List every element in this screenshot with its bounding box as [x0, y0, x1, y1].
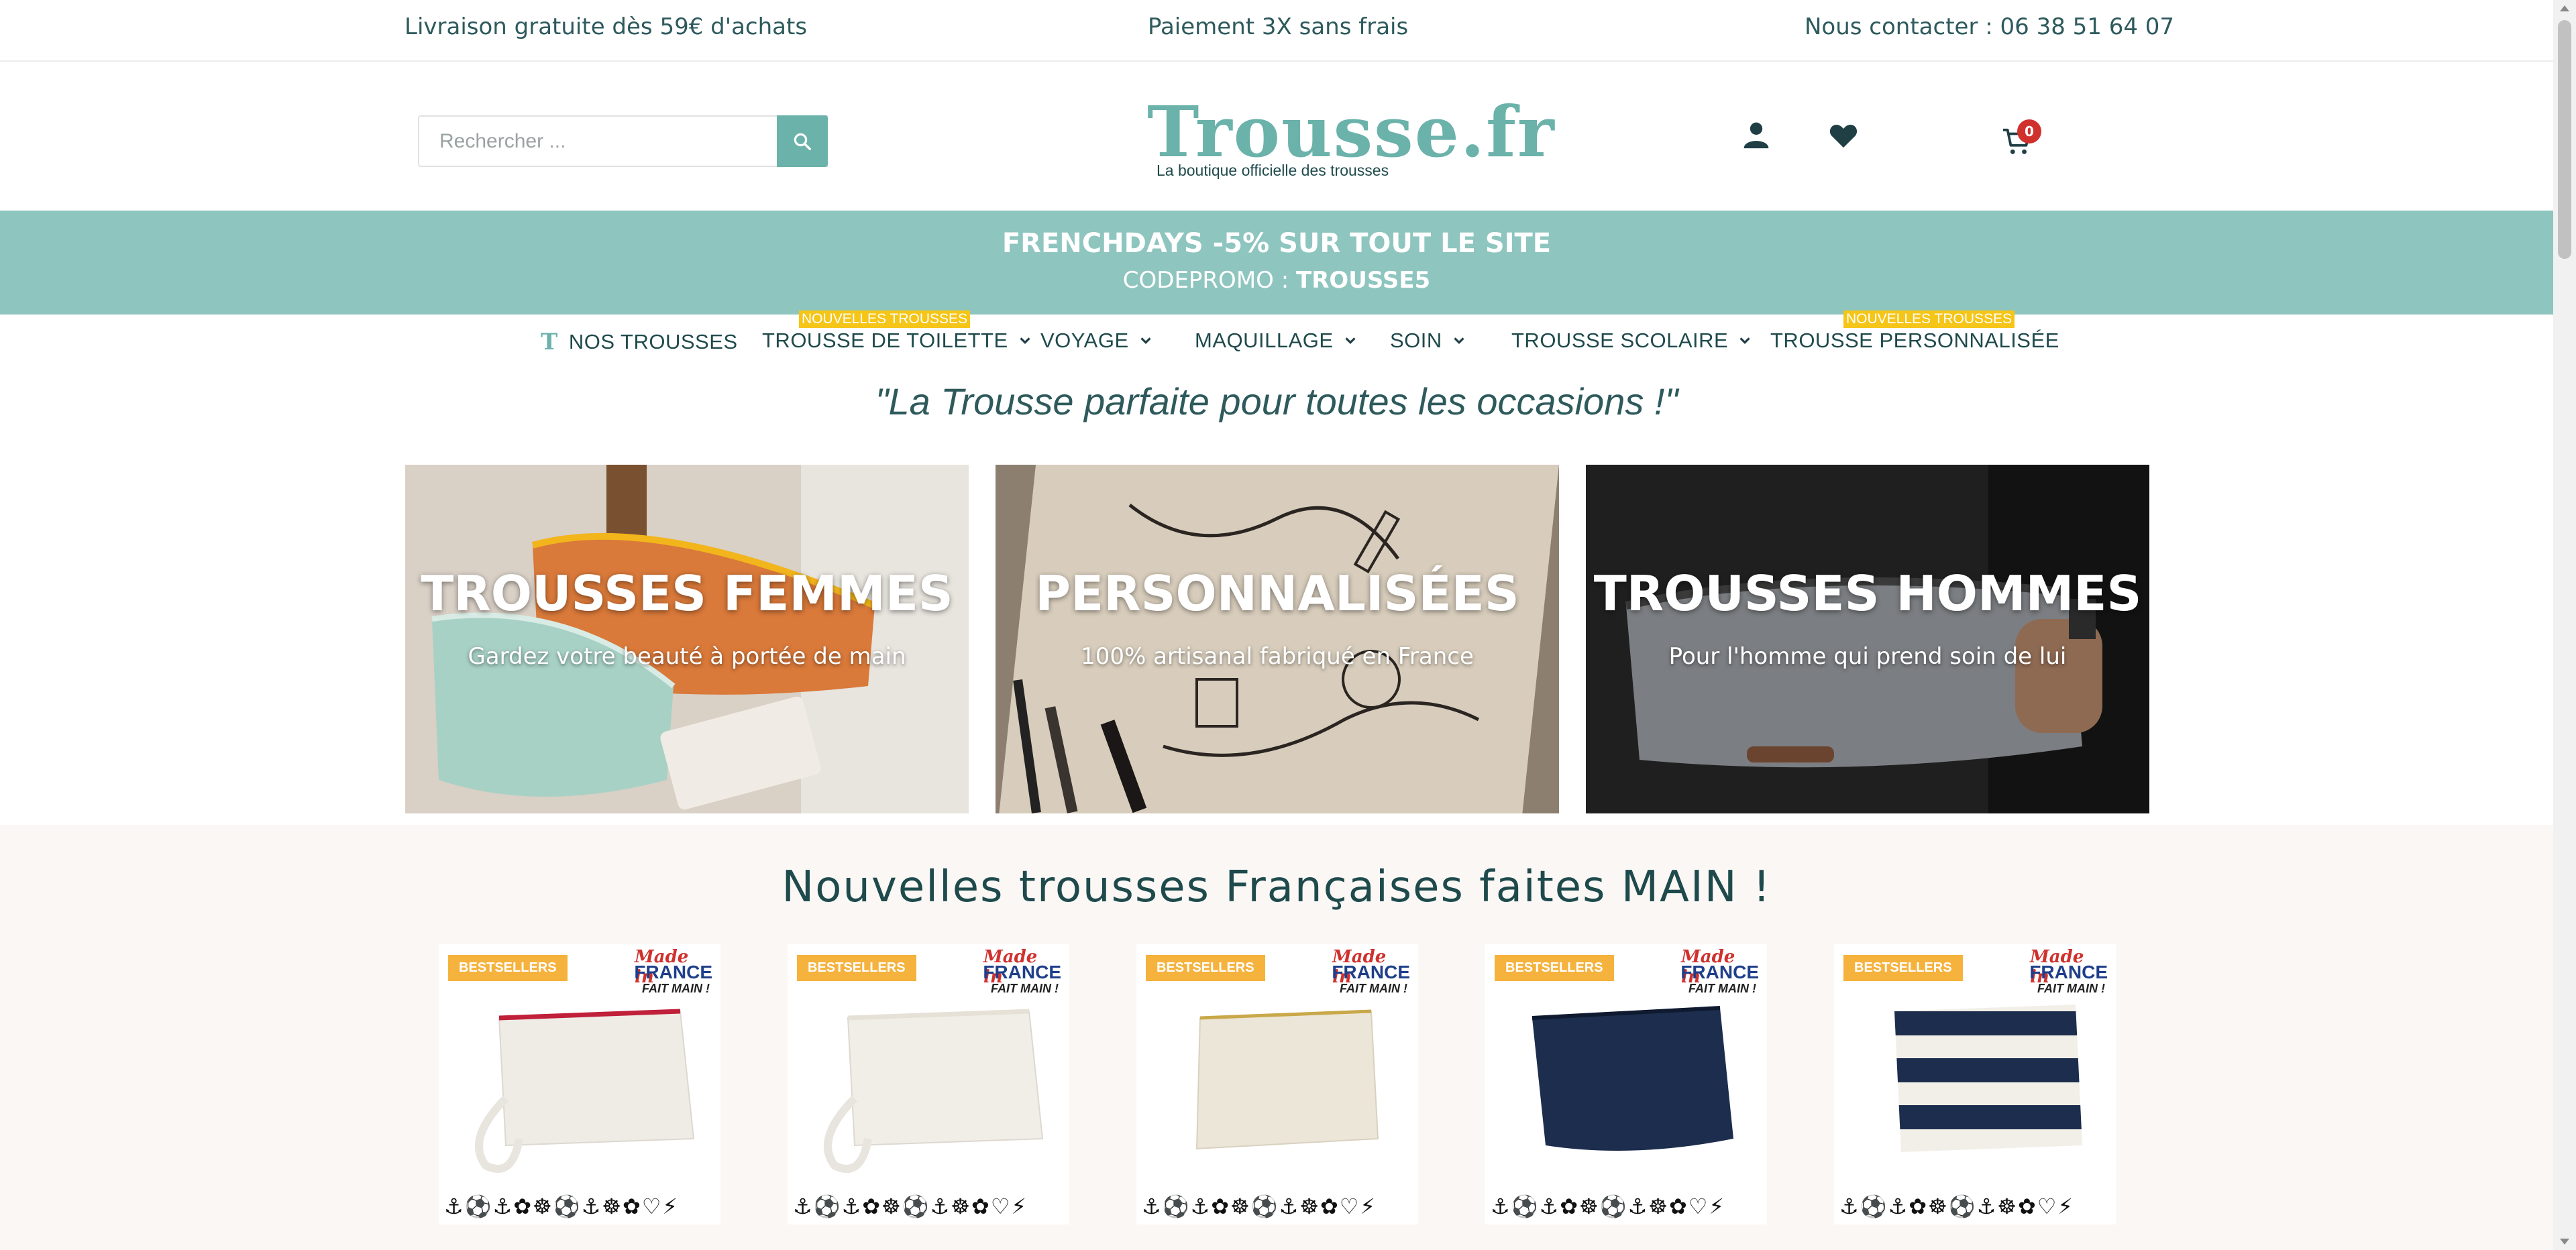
category-title: TROUSSES HOMMES: [1593, 565, 2142, 622]
nav-voyage[interactable]: VOYAGE: [1040, 329, 1153, 353]
category-title: PERSONNALISÉES: [1035, 565, 1519, 622]
site-tagline: "La Trousse parfaite pour toutes les occ…: [875, 380, 1678, 422]
site-logo[interactable]: Trousse.fr La boutique officielle des tr…: [1147, 97, 1554, 184]
cart-count-badge: 0: [2017, 119, 2041, 144]
nav-trousse-de-toilette[interactable]: TROUSSE DE TOILETTE: [762, 329, 1032, 353]
category-card-hommes[interactable]: TROUSSES HOMMES Pour l'homme qui prend s…: [1586, 465, 2149, 813]
wishlist-button[interactable]: [1829, 122, 1858, 152]
product-card[interactable]: BESTSELLERS Made in FRANCE FAIT MAIN ! ⚓…: [1834, 944, 2116, 1225]
category-card-femmes[interactable]: TROUSSES FEMMES Gardez votre beauté à po…: [405, 465, 969, 813]
nav-label: TROUSSE DE TOILETTE: [762, 329, 1008, 352]
scroll-down-arrow-icon[interactable]: [2560, 1239, 2569, 1245]
motif-icons-row: ⚓⚽⚓✿☸⚽⚓☸✿♡⚡: [793, 1194, 1028, 1219]
account-button[interactable]: [1741, 119, 1771, 153]
product-card[interactable]: BESTSELLERS Made in FRANCE FAIT MAIN ! ⚓…: [1485, 944, 1767, 1225]
user-icon: [1743, 122, 1769, 149]
chevron-down-icon: [1739, 337, 1750, 345]
search-input[interactable]: Rechercher ...: [418, 115, 828, 167]
pouch-illustration: [405, 465, 969, 813]
category-title: TROUSSES FEMMES: [421, 565, 953, 622]
heart-icon: [1829, 124, 1858, 148]
scroll-up-arrow-icon[interactable]: [2560, 5, 2569, 11]
product-image: [1894, 1005, 2082, 1152]
promo-headline: FRENCHDAYS -5% SUR TOUT LE SITE: [1002, 228, 1552, 259]
product-card[interactable]: BESTSELLERS Made in FRANCE FAIT MAIN ! ⚓…: [1136, 944, 1418, 1225]
nav-label: SOIN: [1390, 329, 1442, 352]
category-subtitle: 100% artisanal fabriqué en France: [1081, 643, 1474, 670]
motif-icons-row: ⚓⚽⚓✿☸⚽⚓☸✿♡⚡: [444, 1194, 679, 1219]
contact-info[interactable]: Nous contacter : 06 38 51 64 07: [1805, 13, 2174, 40]
top-info-bar: Livraison gratuite dès 59€ d'achats Paie…: [0, 0, 2553, 62]
nav-trousse-scolaire[interactable]: TROUSSE SCOLAIRE: [1511, 329, 1752, 353]
custom-pouch-illustration: [996, 465, 1559, 813]
new-badge: NOUVELLES TROUSSES: [1843, 310, 2015, 328]
search-button[interactable]: [777, 115, 828, 167]
chevron-down-icon: [1345, 337, 1356, 345]
nav-nos-trousses[interactable]: T NOS TROUSSES: [541, 329, 738, 355]
search-icon: [794, 133, 811, 150]
shipping-info: Livraison gratuite dès 59€ d'achats: [405, 13, 808, 40]
page-scrollbar[interactable]: [2553, 0, 2576, 1250]
nav-maquillage[interactable]: MAQUILLAGE: [1195, 329, 1358, 353]
mens-pouch-illustration: [1586, 465, 2149, 813]
motif-icons-row: ⚓⚽⚓✿☸⚽⚓☸✿♡⚡: [1491, 1194, 1725, 1219]
category-subtitle: Gardez votre beauté à portée de main: [468, 643, 906, 670]
product-card[interactable]: BESTSELLERS Made in FRANCE FAIT MAIN ! ⚓…: [439, 944, 720, 1225]
nav-label: MAQUILLAGE: [1195, 329, 1334, 352]
chevron-down-icon: [1140, 337, 1151, 345]
logo-text: Trousse.fr: [1147, 91, 1556, 173]
promo-code-line: CODEPROMO : TROUSSE5: [0, 267, 2553, 294]
motif-icons-row: ⚓⚽⚓✿☸⚽⚓☸✿♡⚡: [1839, 1194, 2074, 1219]
category-subtitle: Pour l'homme qui prend soin de lui: [1668, 643, 2067, 670]
products-section-title: Nouvelles trousses Françaises faites MAI…: [782, 862, 1772, 912]
category-card-personnalisees[interactable]: PERSONNALISÉES 100% artisanal fabriqué e…: [996, 465, 1559, 813]
chevron-down-icon: [1454, 337, 1464, 345]
promo-code: TROUSSE5: [1296, 267, 1431, 294]
motif-icons-row: ⚓⚽⚓✿☸⚽⚓☸✿♡⚡: [1142, 1194, 1377, 1219]
promo-code-label: CODEPROMO :: [1122, 267, 1296, 294]
chevron-down-icon: [1020, 337, 1030, 345]
nav-label: VOYAGE: [1040, 329, 1129, 352]
product-card[interactable]: BESTSELLERS Made in FRANCE FAIT MAIN ! ⚓…: [788, 944, 1069, 1225]
promo-banner: FRENCHDAYS -5% SUR TOUT LE SITE CODEPROM…: [0, 211, 2553, 315]
product-image: [475, 1009, 695, 1173]
nav-label: NOS TROUSSES: [568, 330, 738, 353]
nav-trousse-personnalisee[interactable]: TROUSSE PERSONNALISÉE: [1770, 329, 2059, 353]
nav-label: TROUSSE PERSONNALISÉE: [1770, 329, 2059, 352]
payment-info: Paiement 3X sans frais: [1148, 13, 1409, 40]
scrollbar-thumb[interactable]: [2558, 20, 2571, 259]
product-image: [1195, 1009, 1379, 1150]
new-badge: NOUVELLES TROUSSES: [799, 310, 971, 328]
product-image: [824, 1009, 1044, 1173]
logo-tagline: La boutique officielle des trousses: [1157, 162, 1389, 179]
t-logo-icon: T: [541, 329, 558, 355]
nav-soin[interactable]: SOIN: [1390, 329, 1466, 353]
nav-label: TROUSSE SCOLAIRE: [1511, 329, 1729, 352]
product-image: [1532, 1006, 1733, 1151]
